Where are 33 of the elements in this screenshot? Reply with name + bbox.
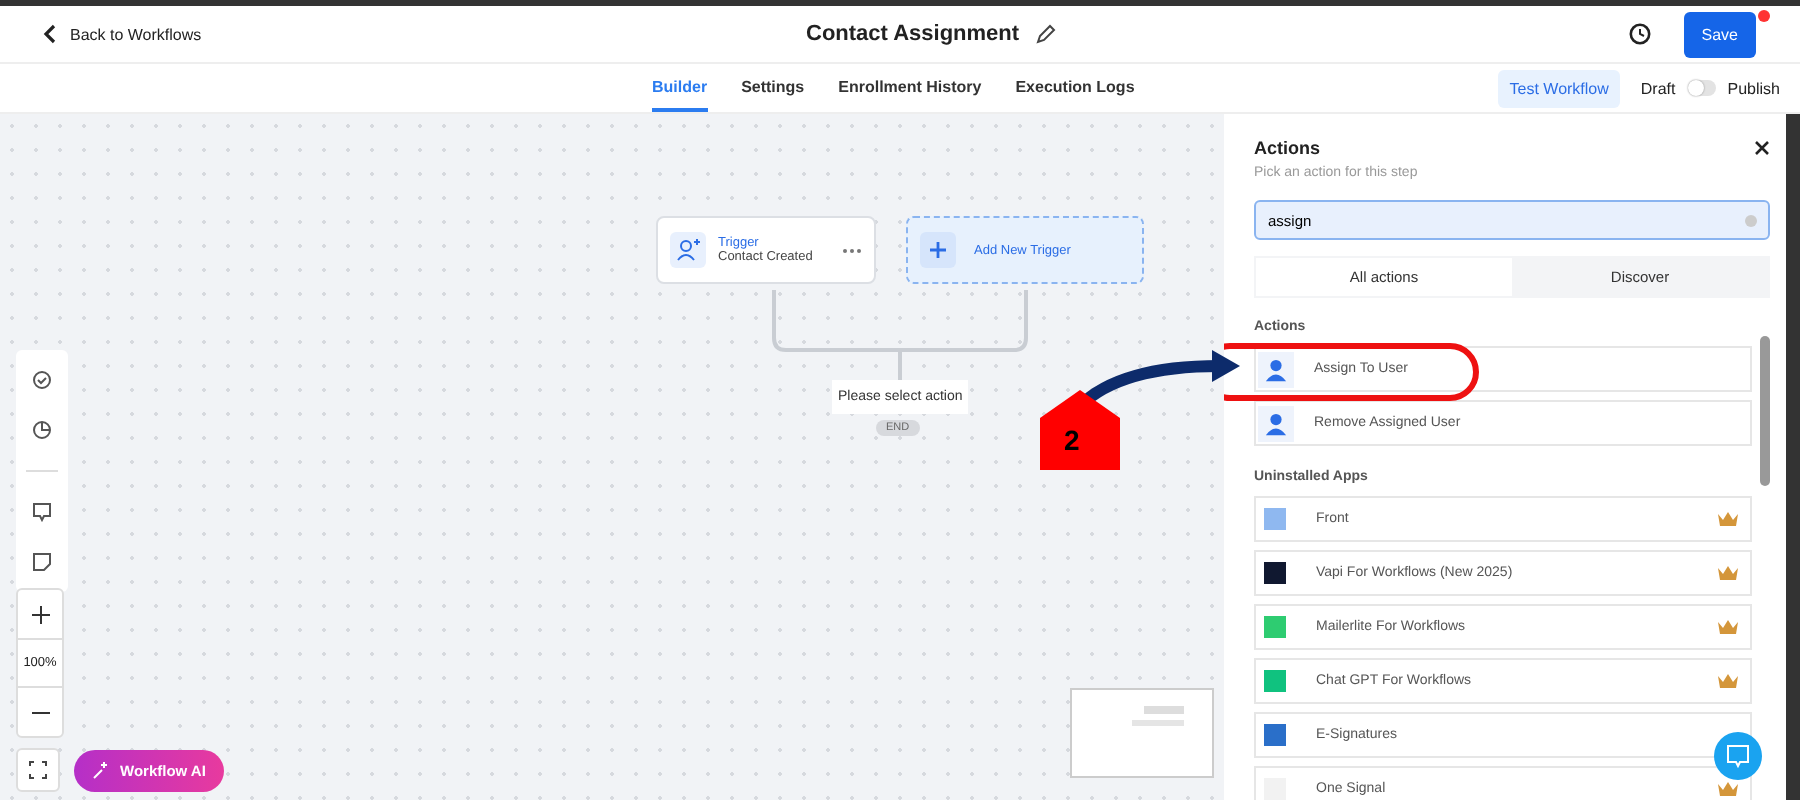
chat-help-icon[interactable] — [1714, 732, 1762, 780]
user-icon — [1258, 405, 1294, 441]
tab[interactable]: Settings — [741, 64, 805, 112]
minimap — [1070, 688, 1214, 778]
tab[interactable]: Enrollment History — [838, 64, 982, 112]
more-icon[interactable] — [842, 247, 862, 253]
sparkle-icon — [92, 762, 110, 780]
fit-view-button[interactable] — [16, 748, 60, 792]
back-button[interactable]: Back to Workflows — [40, 24, 202, 44]
plus-icon — [920, 232, 956, 268]
draft-label: Draft — [1640, 79, 1676, 97]
comment-icon[interactable] — [32, 502, 52, 522]
user-add-icon — [670, 232, 706, 268]
chevron-left-icon — [40, 24, 60, 44]
pie-chart-icon[interactable] — [32, 420, 52, 440]
tab[interactable]: Execution Logs — [1015, 64, 1135, 112]
expand-icon — [28, 760, 48, 780]
panel-title: Actions — [1254, 138, 1321, 158]
scrollbar[interactable] — [1760, 336, 1770, 486]
sticky-note-icon[interactable] — [32, 552, 52, 572]
user-icon — [1258, 351, 1294, 387]
test-workflow-button[interactable]: Test Workflow — [1497, 69, 1621, 107]
history-icon[interactable] — [1627, 22, 1652, 46]
pencil-icon[interactable] — [1035, 24, 1056, 44]
window-scrollbar[interactable] — [1786, 114, 1800, 800]
plus-icon — [31, 605, 49, 623]
publish-label: Publish — [1727, 79, 1780, 97]
step-number: 2 — [1064, 424, 1080, 456]
workflow-title: Contact Assignment — [806, 22, 1020, 46]
check-circle-icon[interactable] — [32, 370, 52, 390]
publish-toggle[interactable] — [1687, 80, 1716, 96]
save-button[interactable]: Save — [1683, 11, 1756, 57]
close-icon[interactable] — [1754, 140, 1770, 156]
